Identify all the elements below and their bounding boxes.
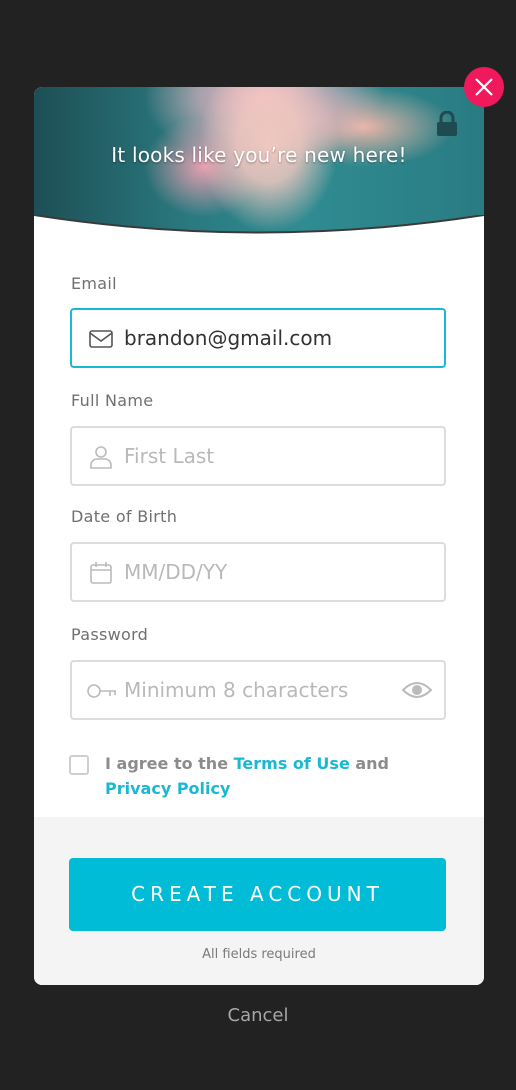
privacy-link[interactable]: Privacy Policy bbox=[105, 779, 230, 798]
signup-modal: It looks like you’re new here! Email Ful… bbox=[34, 87, 484, 985]
hero-title: It looks like you’re new here! bbox=[111, 143, 407, 167]
password-field[interactable] bbox=[70, 660, 446, 720]
agree-middle: and bbox=[349, 754, 390, 773]
modal-footer: CREATE ACCOUNT All fields required bbox=[34, 817, 484, 985]
agree-text: I agree to the Terms of Use and Privacy … bbox=[105, 751, 435, 801]
full-name-label: Full Name bbox=[71, 391, 154, 410]
hero-banner: It looks like you’re new here! bbox=[34, 87, 484, 255]
required-note: All fields required bbox=[202, 947, 316, 962]
full-name-input[interactable] bbox=[124, 428, 424, 484]
mail-icon bbox=[89, 330, 113, 348]
dob-field[interactable] bbox=[70, 542, 446, 602]
hero-curve bbox=[34, 215, 484, 255]
eye-icon[interactable] bbox=[402, 678, 432, 702]
password-input[interactable] bbox=[124, 662, 424, 718]
dob-input[interactable] bbox=[124, 544, 424, 600]
close-icon bbox=[475, 78, 493, 96]
email-label: Email bbox=[71, 274, 117, 293]
email-field[interactable] bbox=[70, 308, 446, 368]
user-icon bbox=[90, 446, 112, 469]
calendar-icon bbox=[90, 562, 112, 584]
create-account-button[interactable]: CREATE ACCOUNT bbox=[69, 858, 446, 931]
agree-checkbox[interactable] bbox=[69, 755, 89, 775]
agree-prefix: I agree to the bbox=[105, 754, 234, 773]
password-label: Password bbox=[71, 625, 149, 644]
cancel-link[interactable]: Cancel bbox=[0, 1005, 516, 1026]
email-input[interactable] bbox=[124, 310, 424, 366]
key-icon bbox=[87, 684, 116, 698]
full-name-field[interactable] bbox=[70, 426, 446, 486]
terms-link[interactable]: Terms of Use bbox=[234, 754, 350, 773]
close-button[interactable] bbox=[464, 67, 504, 107]
lock-icon bbox=[437, 111, 457, 136]
dob-label: Date of Birth bbox=[71, 507, 178, 526]
